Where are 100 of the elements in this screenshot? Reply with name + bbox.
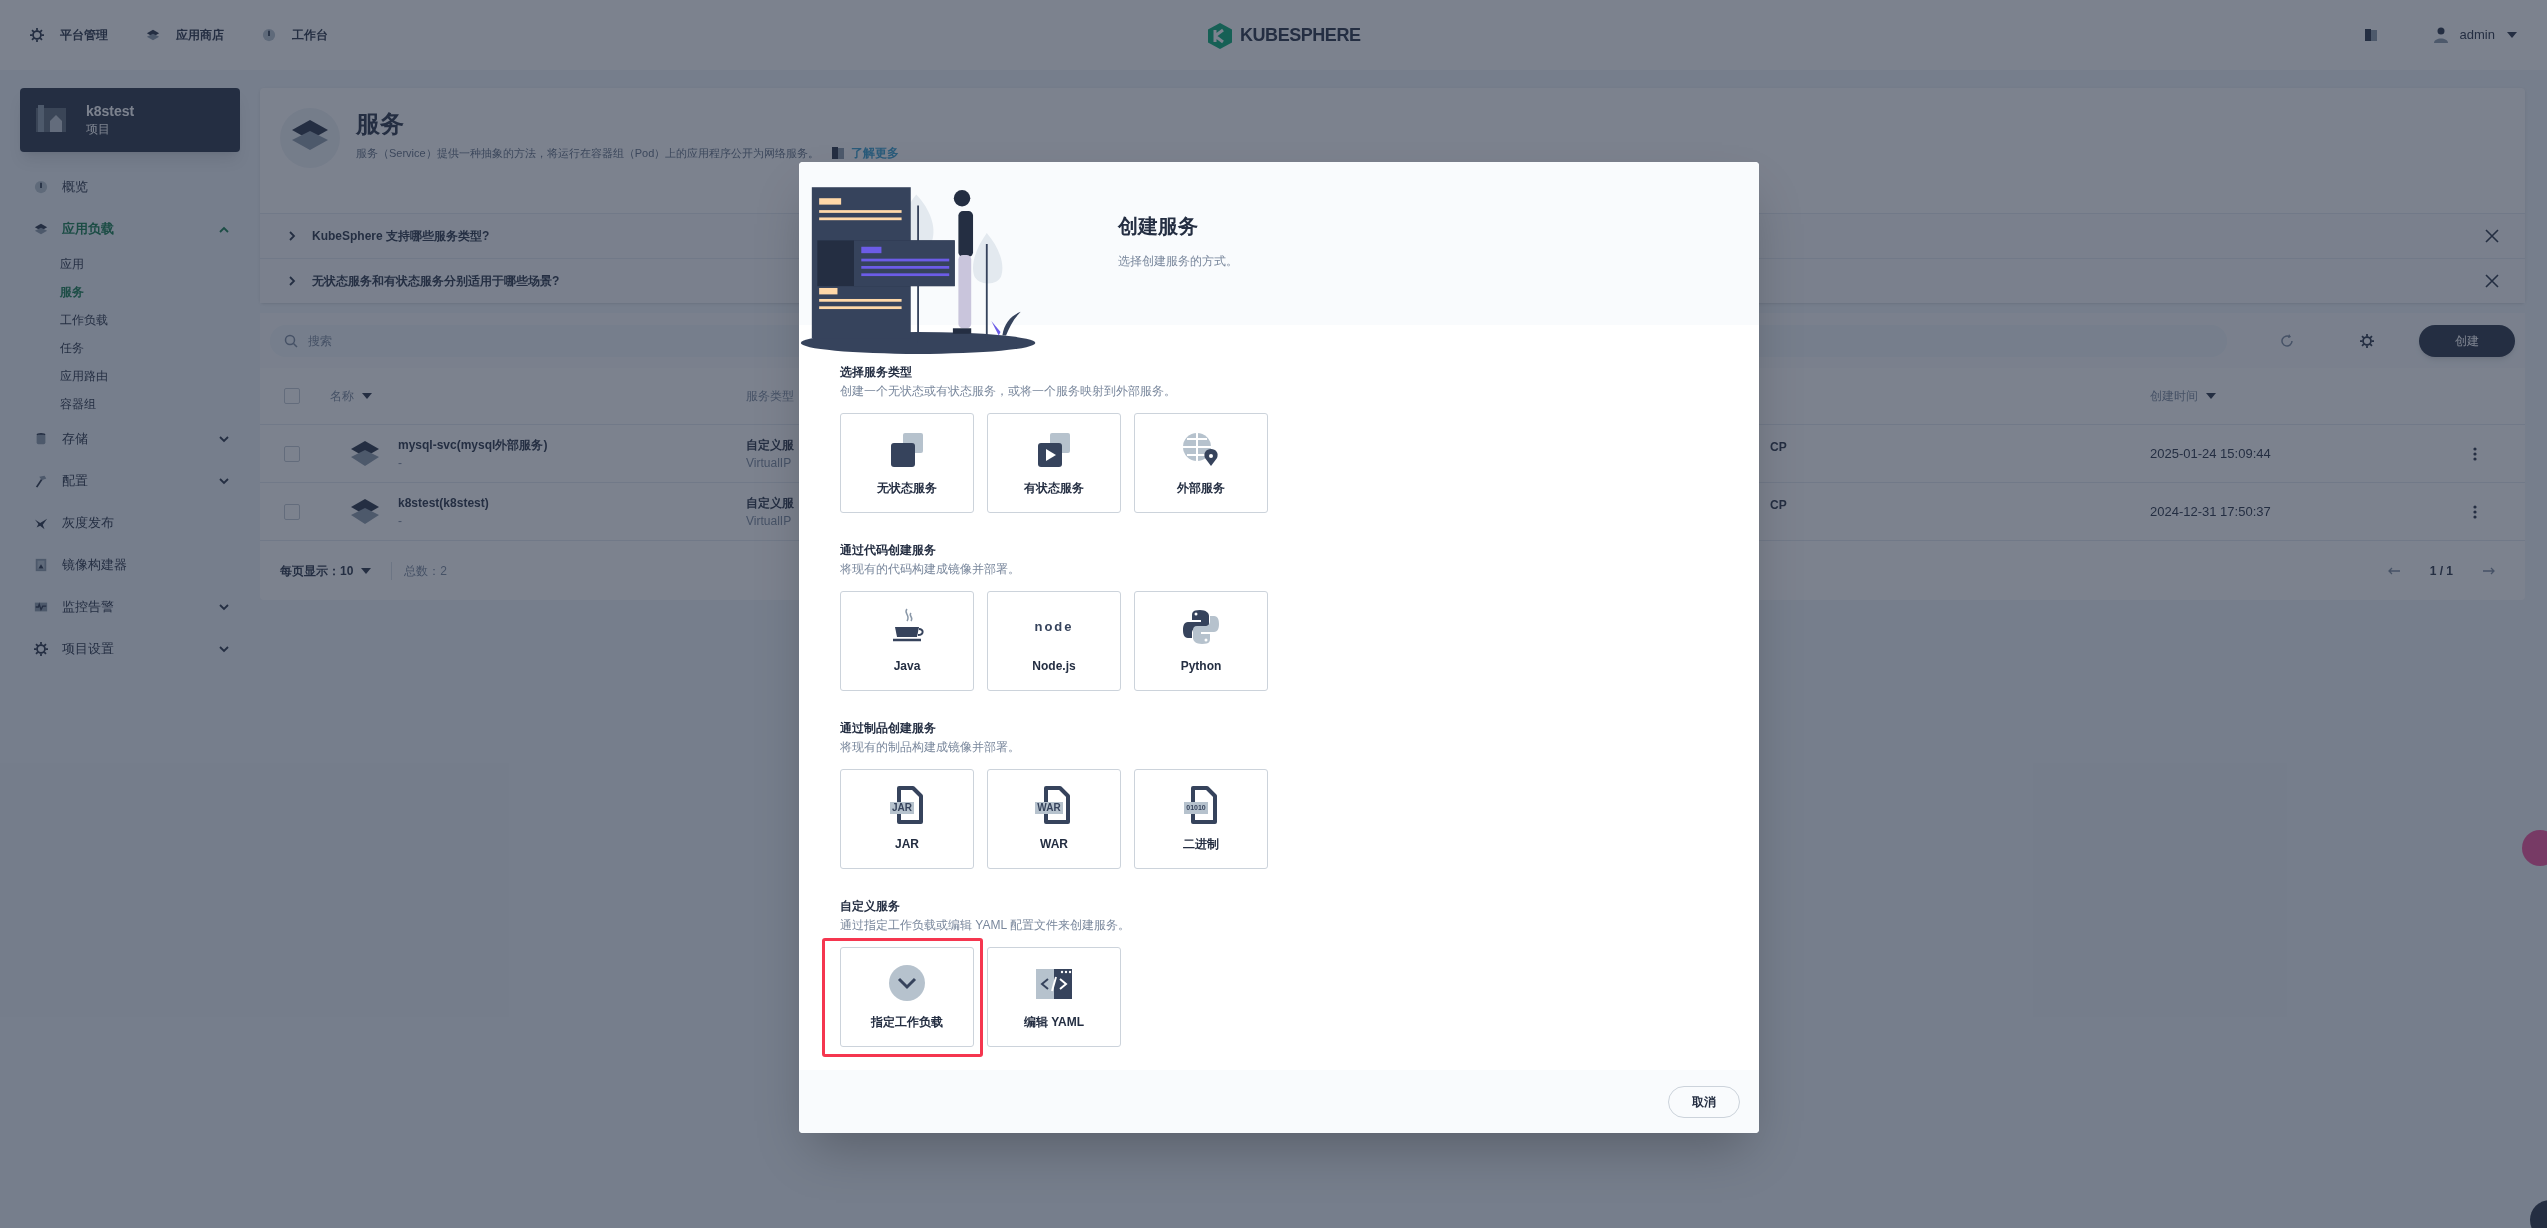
chevron-icon — [286, 230, 298, 242]
tip-question[interactable]: 无状态服务和有状态服务分别适用于哪些场景? — [312, 272, 2471, 290]
pulse-icon — [34, 600, 48, 614]
created-time: 2025-01-24 15:09:44 — [2150, 444, 2271, 463]
sort-icon — [2206, 393, 2216, 399]
service-type: 自定义服 — [746, 436, 794, 454]
section-description: 通过指定工作负载或编辑 YAML 配置文件来创建服务。 — [840, 917, 1131, 934]
checkbox[interactable] — [284, 388, 300, 404]
section-title: 选择服务类型 — [840, 364, 913, 381]
section-description: 创建一个无状态或有状态服务，或将一个服务映射到外部服务。 — [840, 383, 1177, 400]
caret-icon — [361, 567, 372, 574]
logo-icon — [1208, 22, 1232, 49]
modal-subtitle: 选择创建服务的方式。 — [1118, 253, 1239, 270]
cancel-button[interactable]: 取消 — [1668, 1085, 1740, 1118]
page-title: 服务 — [356, 110, 405, 138]
more-icon — [2473, 504, 2477, 519]
sidebar-item[interactable]: 应用负载 — [20, 208, 240, 250]
arrow-left-icon — [2387, 566, 2400, 575]
section-description: 将现有的制品构建成镜像并部署。 — [840, 739, 1021, 756]
modal-title: 创建服务 — [1118, 214, 1199, 239]
snakes-icon — [1181, 607, 1221, 647]
service-icon — [280, 108, 340, 168]
image-frame-icon — [34, 558, 48, 572]
sidebar-subitem[interactable]: 任务 — [20, 334, 240, 362]
create-button[interactable]: 创建 — [2419, 324, 2515, 357]
section-description: 将现有的代码构建成镜像并部署。 — [840, 561, 1021, 578]
page-size-select[interactable]: 每页显示：10 — [280, 561, 372, 580]
search-icon — [284, 333, 298, 348]
page-indicator: 1 / 1 — [2429, 562, 2453, 580]
nav-link[interactable]: 工作台 — [262, 26, 328, 44]
caret-icon — [218, 643, 230, 655]
book-icon — [2363, 28, 2378, 42]
sidebar-item[interactable]: 概览 — [20, 166, 240, 208]
gauge-icon — [34, 180, 48, 194]
section-title: 自定义服务 — [840, 898, 901, 915]
sidebar-subitem[interactable]: 容器组 — [20, 390, 240, 418]
sidebar-item[interactable]: 项目设置 — [20, 628, 240, 670]
user-menu[interactable]: admin — [2433, 25, 2517, 45]
hammer-icon — [34, 474, 48, 488]
service-option-card[interactable]: 无状态服务 — [840, 413, 974, 513]
nodejs-logo: node — [1034, 618, 1074, 637]
section-title: 通过制品创建服务 — [840, 720, 937, 737]
logo-text: KUBESPHERE — [1240, 24, 1361, 47]
sidebar-subitem[interactable]: 应用路由 — [20, 362, 240, 390]
book-icon — [831, 146, 846, 160]
layers-icon — [34, 222, 48, 236]
layers-icon — [146, 28, 160, 42]
sidebar-subitem[interactable]: 服务 — [20, 278, 240, 306]
checkbox[interactable] — [284, 503, 300, 520]
refresh-icon — [2280, 333, 2294, 348]
sidebar-subitem[interactable]: 应用 — [20, 250, 240, 278]
nav-link[interactable]: 应用商店 — [146, 26, 224, 44]
service-option-card[interactable]: 编辑 YAML — [987, 947, 1121, 1047]
gear-icon — [34, 642, 48, 656]
service-description: - — [398, 454, 403, 472]
project-card[interactable]: k8stest 项目 — [20, 88, 240, 152]
service-name-link[interactable]: mysql-svc(mysql外部服务) — [398, 435, 548, 454]
chevron-icon — [286, 275, 298, 287]
sidebar-subitem[interactable]: 工作负载 — [20, 306, 240, 334]
previous-page-button[interactable] — [2387, 566, 2400, 575]
checkbox[interactable] — [284, 445, 300, 462]
gauge-icon — [262, 28, 276, 42]
sort-icon — [362, 393, 372, 399]
service-option-card[interactable]: Python — [1134, 591, 1268, 691]
service-description: - — [398, 512, 403, 530]
service-option-card[interactable]: WAR WAR — [987, 769, 1121, 869]
gear-icon — [30, 28, 44, 42]
service-option-card[interactable]: 指定工作负载 — [840, 947, 974, 1047]
building-icon — [36, 105, 66, 135]
arrow-right-icon — [2483, 566, 2495, 575]
user-icon — [2433, 27, 2448, 43]
caret-icon — [218, 601, 230, 613]
service-option-card[interactable]: 有状态服务 — [987, 413, 1121, 513]
table-cell-text: CP — [1770, 496, 1787, 514]
sidebar-item[interactable]: 监控告警 — [20, 586, 240, 628]
close-icon — [2485, 274, 2499, 288]
service-option-card[interactable]: 外部服务 — [1134, 413, 1268, 513]
service-option-card[interactable]: Java — [840, 591, 974, 691]
close-icon — [2485, 229, 2499, 243]
created-time: 2024-12-31 17:50:37 — [2150, 502, 2271, 521]
project-name: k8stest — [86, 102, 135, 120]
database-icon — [34, 432, 48, 446]
service-type: 自定义服 — [746, 494, 794, 512]
service-option-card[interactable]: node Node.js — [987, 591, 1121, 691]
learn-more-link[interactable]: 了解更多 — [851, 144, 900, 162]
next-page-button[interactable] — [2483, 566, 2495, 575]
chevron-circle-icon — [887, 963, 927, 1003]
gear-icon — [2360, 333, 2374, 348]
caret-icon — [218, 475, 230, 487]
sidebar-item[interactable]: 配置 — [20, 460, 240, 502]
service-name-link[interactable]: k8stest(k8stest) — [398, 493, 489, 512]
project-type: 项目 — [86, 121, 111, 138]
more-icon — [2473, 446, 2477, 461]
nav-link[interactable]: 平台管理 — [30, 26, 108, 44]
caret-icon — [218, 433, 230, 445]
sidebar-item[interactable]: 镜像构建器 — [20, 544, 240, 586]
table-cell-text: CP — [1770, 438, 1787, 456]
sidebar-item[interactable]: 存储 — [20, 418, 240, 460]
sidebar-item[interactable]: 灰度发布 — [20, 502, 240, 544]
service-option-card[interactable]: JAR JAR — [840, 769, 974, 869]
